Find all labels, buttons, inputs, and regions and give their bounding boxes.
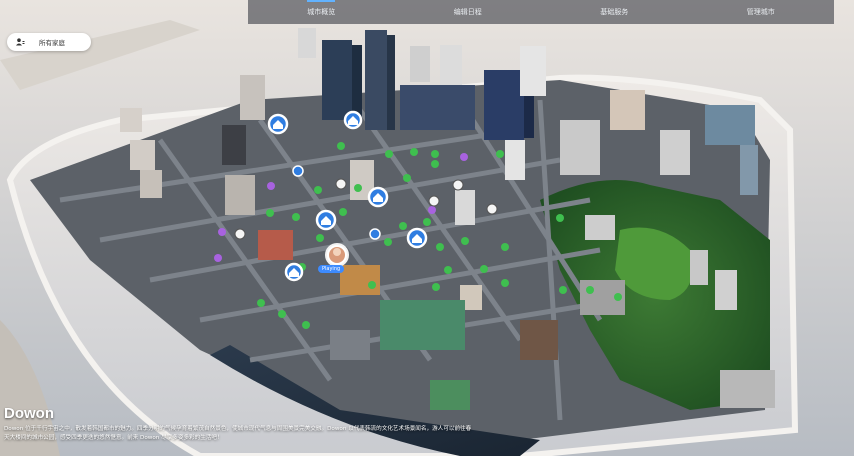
green-pin[interactable] — [278, 310, 286, 318]
green-pin[interactable] — [432, 283, 440, 291]
green-pin[interactable] — [266, 209, 274, 217]
green-pin[interactable] — [354, 184, 362, 192]
home-pin[interactable] — [406, 227, 428, 249]
green-pin[interactable] — [385, 150, 393, 158]
green-pin[interactable] — [339, 208, 347, 216]
tab-manage-city[interactable]: 管理城市 — [739, 0, 783, 24]
green-pin[interactable] — [302, 321, 310, 329]
green-pin[interactable] — [431, 160, 439, 168]
green-pin[interactable] — [444, 266, 452, 274]
grey-pin[interactable] — [234, 228, 246, 240]
tab-edit-schedule[interactable]: 编辑日程 — [446, 0, 490, 24]
user-home-icon — [15, 37, 25, 47]
home-pin[interactable] — [343, 110, 363, 130]
green-pin[interactable] — [436, 243, 444, 251]
green-pin[interactable] — [399, 222, 407, 230]
all-homes-button[interactable]: 所有家庭 — [7, 33, 91, 51]
tab-basic-services[interactable]: 基础服务 — [592, 0, 636, 24]
green-pin[interactable] — [257, 299, 265, 307]
home-pin[interactable] — [315, 209, 337, 231]
green-pin[interactable] — [501, 243, 509, 251]
grey-pin[interactable] — [452, 179, 464, 191]
grey-pin[interactable] — [335, 178, 347, 190]
purple-pin[interactable] — [460, 153, 468, 161]
green-pin[interactable] — [316, 234, 324, 242]
green-pin[interactable] — [501, 279, 509, 287]
grey-pin[interactable] — [428, 195, 440, 207]
green-pin[interactable] — [559, 286, 567, 294]
top-navigation: 城市概览 编辑日程 基础服务 管理城市 — [248, 0, 834, 24]
all-homes-label: 所有家庭 — [39, 39, 65, 47]
player-avatar-pin[interactable] — [325, 243, 349, 267]
green-pin[interactable] — [314, 186, 322, 194]
green-pin[interactable] — [403, 174, 411, 182]
green-pin[interactable] — [337, 142, 345, 150]
green-pin[interactable] — [292, 213, 300, 221]
home-pin[interactable] — [284, 262, 304, 282]
green-pin[interactable] — [384, 238, 392, 246]
green-pin[interactable] — [586, 286, 594, 294]
green-pin[interactable] — [431, 150, 439, 158]
green-pin[interactable] — [480, 265, 488, 273]
tab-city-overview[interactable]: 城市概览 — [299, 0, 343, 24]
playing-label: Playing — [318, 265, 345, 273]
city-description: Dowon 位于千行宇宙之中，散发着韩国都市的魅力。四季分明的气候孕育着繁茂自然… — [4, 426, 472, 441]
city-description-panel: Dowon Dowon 位于千行宇宙之中，散发着韩国都市的魅力。四季分明的气候孕… — [4, 405, 474, 443]
city-name: Dowon — [4, 405, 54, 422]
purple-pin[interactable] — [214, 254, 222, 262]
green-pin[interactable] — [556, 214, 564, 222]
green-pin[interactable] — [614, 293, 622, 301]
purple-pin[interactable] — [218, 228, 226, 236]
green-pin[interactable] — [461, 237, 469, 245]
green-pin[interactable] — [410, 148, 418, 156]
home-pin[interactable] — [267, 113, 289, 135]
green-pin[interactable] — [496, 150, 504, 158]
home-pin[interactable] — [367, 186, 389, 208]
purple-pin[interactable] — [267, 182, 275, 190]
purple-pin[interactable] — [428, 206, 436, 214]
home-pin[interactable] — [369, 228, 381, 240]
green-pin[interactable] — [423, 218, 431, 226]
grey-pin[interactable] — [486, 203, 498, 215]
green-pin[interactable] — [368, 281, 376, 289]
city-map[interactable] — [0, 0, 854, 456]
home-pin[interactable] — [292, 165, 304, 177]
